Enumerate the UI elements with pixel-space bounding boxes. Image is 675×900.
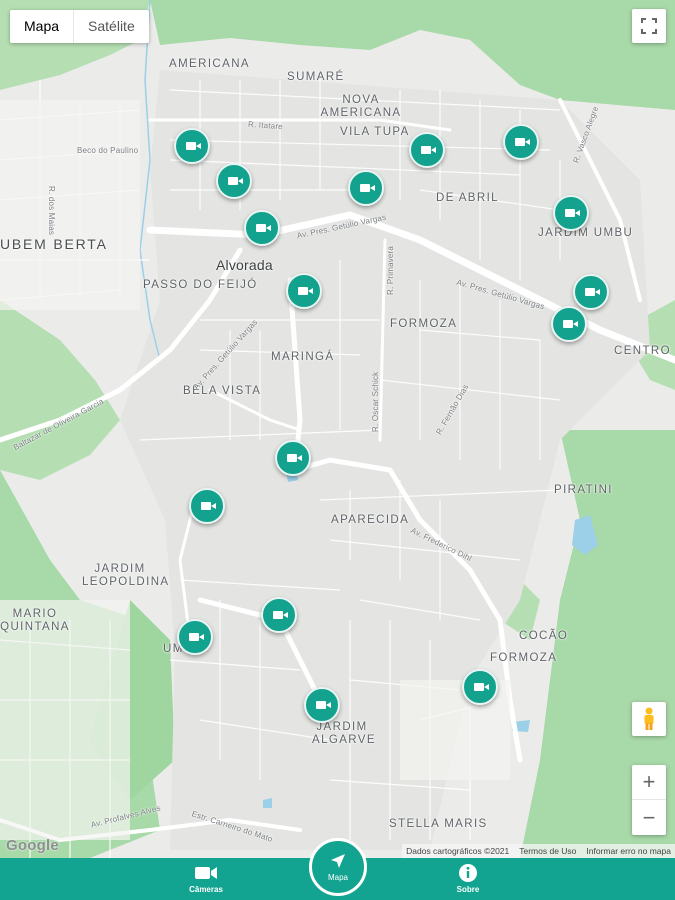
bottom-navigation: Câmeras Mapa Sobre (0, 838, 675, 900)
street-beco-do-paulino: Beco do Paulino (77, 146, 139, 155)
nav-cameras[interactable]: Câmeras (166, 858, 246, 900)
terms-link[interactable]: Termos de Uso (519, 846, 576, 856)
video-camera-icon (420, 146, 436, 154)
camera-marker[interactable] (216, 163, 252, 199)
label-sumare: SUMARÉ (287, 71, 345, 83)
video-camera-icon (200, 502, 216, 510)
google-logo: Google (6, 837, 59, 854)
map-data-credit: Dados cartográficos ©2021 (406, 846, 510, 856)
camera-marker[interactable] (174, 128, 210, 164)
video-camera-icon (195, 867, 217, 879)
pegman-icon (644, 707, 654, 730)
map-view[interactable]: AMERICANA SUMARÉ NOVA AMERICANA VILA TUP… (0, 0, 675, 858)
video-camera-icon (514, 138, 530, 146)
video-camera-icon (185, 142, 201, 150)
label-alvorada: Alvorada (216, 257, 273, 273)
zoom-control: + − (632, 765, 666, 835)
nav-map-label: Mapa (327, 873, 348, 882)
map-type-map-button[interactable]: Mapa (10, 10, 75, 43)
label-passo-do-feijo: PASSO DO FEIJÓ (143, 279, 258, 291)
street-dos-maias: R. dos Maias (47, 186, 56, 236)
video-camera-icon (188, 633, 204, 641)
video-camera-icon (286, 454, 302, 462)
navigation-arrow-icon (331, 854, 345, 868)
label-centro: CENTRO (614, 345, 671, 357)
camera-marker[interactable] (462, 669, 498, 705)
video-camera-icon (564, 209, 580, 217)
camera-marker[interactable] (304, 687, 340, 723)
label-nova-americana: NOVA AMERICANA (320, 94, 402, 119)
label-aparecida: APARECIDA (331, 514, 410, 526)
camera-marker[interactable] (551, 306, 587, 342)
label-jardim-algarve: JARDIM ALGARVE (312, 721, 376, 746)
nav-about[interactable]: Sobre (428, 858, 508, 900)
info-icon (459, 864, 477, 882)
map-type-satellite-button[interactable]: Satélite (74, 10, 149, 43)
label-de-abril: DE ABRIL (436, 192, 499, 204)
camera-marker[interactable] (189, 488, 225, 524)
label-jardim-umbu: JARDIM UMBU (538, 227, 634, 239)
video-camera-icon (227, 177, 243, 185)
camera-marker[interactable] (177, 619, 213, 655)
label-cocao: COCÃO (519, 630, 569, 642)
video-camera-icon (255, 224, 271, 232)
video-camera-icon (473, 683, 489, 691)
video-camera-icon (297, 287, 313, 295)
label-vila-tupa: VILA TUPA (340, 126, 410, 138)
label-jardim-leopoldina: JARDIM LEOPOLDINA (82, 563, 170, 588)
map-type-control: Mapa Satélite (10, 10, 149, 43)
video-camera-icon (359, 184, 375, 192)
nav-cameras-label: Câmeras (189, 885, 223, 894)
street-primavera: R. Primavera (386, 245, 395, 295)
camera-marker[interactable] (409, 132, 445, 168)
fullscreen-button[interactable] (632, 9, 666, 43)
label-stella-maris: STELLA MARIS (389, 818, 488, 830)
camera-marker[interactable] (275, 440, 311, 476)
video-camera-icon (315, 701, 331, 709)
nav-map[interactable]: Mapa (309, 838, 367, 896)
camera-marker[interactable] (244, 210, 280, 246)
zoom-out-button[interactable]: − (632, 800, 666, 835)
label-maringa: MARINGÁ (271, 351, 335, 363)
fullscreen-icon (641, 18, 657, 34)
label-americana: AMERICANA (169, 58, 250, 70)
camera-marker[interactable] (553, 195, 589, 231)
map-attribution: Dados cartográficos ©2021 Termos de Uso … (402, 844, 675, 858)
video-camera-icon (584, 288, 600, 296)
video-camera-icon (272, 611, 288, 619)
zoom-in-button[interactable]: + (632, 765, 666, 800)
label-formoza-2: FORMOZA (490, 652, 558, 664)
street-oscar-schick: R. Oscar Schick (371, 371, 380, 432)
label-piratini: PIRATINI (554, 484, 613, 496)
video-camera-icon (562, 320, 578, 328)
camera-marker[interactable] (503, 124, 539, 160)
label-formoza: FORMOZA (390, 318, 458, 330)
camera-marker[interactable] (286, 273, 322, 309)
nav-about-label: Sobre (456, 885, 480, 894)
label-mario-quintana: MARIO QUINTANA (0, 608, 70, 633)
camera-marker[interactable] (261, 597, 297, 633)
camera-marker[interactable] (573, 274, 609, 310)
report-error-link[interactable]: Informar erro no mapa (586, 846, 671, 856)
camera-marker[interactable] (348, 170, 384, 206)
label-rubem-berta: UBEM BERTA (0, 236, 108, 252)
street-view-pegman-button[interactable] (632, 702, 666, 736)
